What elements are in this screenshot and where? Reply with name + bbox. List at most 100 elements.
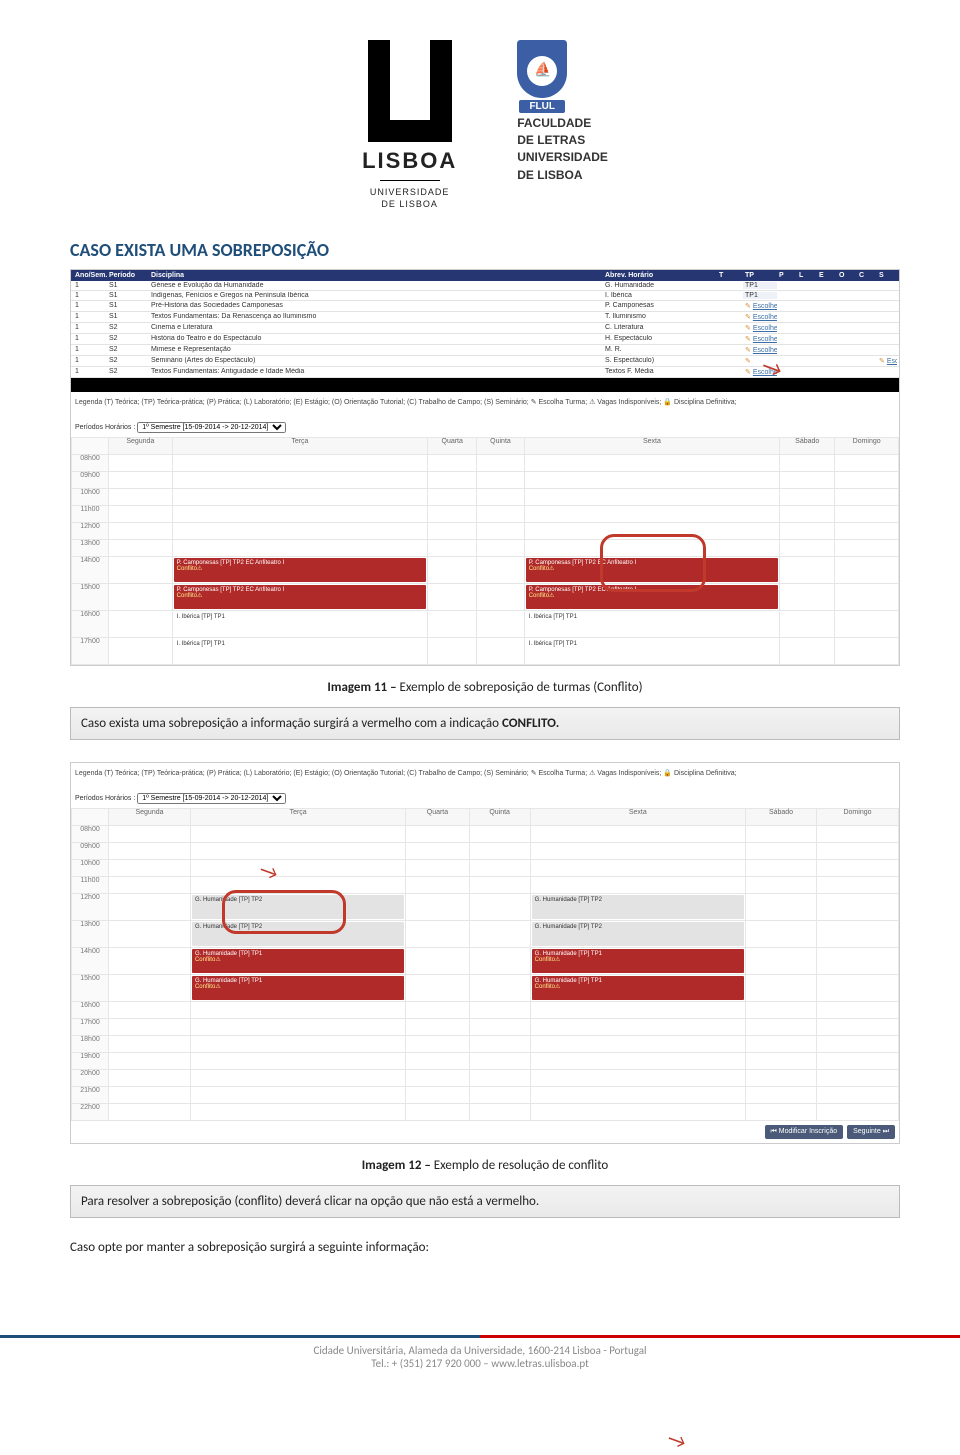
day-header: Sábado <box>780 437 835 454</box>
calendar-cell <box>780 610 835 637</box>
flul-logo: FLUL FACULDADE DE LETRAS UNIVERSIDADE DE… <box>517 40 608 209</box>
class-block[interactable]: G. Humanidade [TP] TP2 <box>532 895 744 919</box>
class-block[interactable]: I. Ibérica [TP] TP1 <box>526 612 778 636</box>
calendar-cell <box>780 539 835 556</box>
calendar-cell <box>190 1001 405 1018</box>
class-block[interactable]: I. Ibérica [TP] TP1 <box>174 612 426 636</box>
class-block-conflict[interactable]: G. Humanidade [TP] TP1Conflito⚠ <box>532 949 744 973</box>
class-block-conflict[interactable]: G. Humanidade [TP] TP1Conflito⚠ <box>532 976 744 1000</box>
s-cell <box>877 335 897 343</box>
calendar-cell <box>109 583 173 610</box>
hour-cell: 20h00 <box>72 1069 109 1086</box>
class-block[interactable]: I. Ibérica [TP] TP1 <box>174 639 426 663</box>
modify-button[interactable]: ⏮ Modificar Inscrição <box>765 1125 844 1139</box>
class-block-conflict[interactable]: G. Humanidade [TP] TP1Conflito⚠ <box>192 949 404 973</box>
th-tp: TP <box>743 272 777 279</box>
next-button[interactable]: Seguinte ⏭ <box>847 1125 895 1139</box>
flul-line2: DE LETRAS <box>517 134 585 147</box>
hour-cell: 10h00 <box>72 488 109 505</box>
calendar-cell: G. Humanidade [TP] TP2 <box>190 920 405 947</box>
period-select[interactable]: 1º Semestre [15-09-2014 -> 20-12-2014] <box>137 422 286 433</box>
calendar-cell <box>817 842 899 859</box>
tp-cell[interactable]: ✎Escolher <box>743 302 777 310</box>
class-block-conflict[interactable]: G. Humanidade [TP] TP1Conflito⚠ <box>192 976 404 1000</box>
calendar-cell <box>109 454 173 471</box>
button-bar: ⏮ Modificar Inscrição Seguinte ⏭ <box>71 1121 899 1143</box>
calendar-cell <box>406 893 469 920</box>
th-ano: Ano/Sem. <box>73 272 107 279</box>
calendar-cell <box>406 1001 469 1018</box>
th-disciplina: Disciplina <box>149 272 603 279</box>
th-l: L <box>797 272 817 279</box>
calendar-cell <box>817 876 899 893</box>
flul-shield-icon <box>517 40 567 98</box>
calendar-cell <box>109 893 191 920</box>
flul-line4: DE LISBOA <box>517 169 582 182</box>
hour-cell: 11h00 <box>72 505 109 522</box>
calendar-cell <box>469 893 530 920</box>
calendar-cell <box>817 1069 899 1086</box>
calendar-cell <box>835 505 899 522</box>
tp-cell[interactable]: ✎Escolher <box>743 324 777 332</box>
calendar-cell <box>835 539 899 556</box>
calendar-cell <box>428 583 477 610</box>
calendar-cell <box>530 825 745 842</box>
calendar-cell <box>172 454 427 471</box>
th-periodo: Período <box>107 272 149 279</box>
calendar-cell: G. Humanidade [TP] TP2 <box>190 893 405 920</box>
calendar-cell <box>746 876 817 893</box>
calendar-cell <box>109 974 191 1001</box>
class-block[interactable]: I. Ibérica [TP] TP1 <box>526 639 778 663</box>
hour-cell: 16h00 <box>72 1001 109 1018</box>
class-block-conflict[interactable]: P. Camponesas [TP] TP2 EC Anfiteatro ICo… <box>174 558 426 582</box>
calendar-cell <box>428 556 477 583</box>
calendar-cell <box>406 1086 469 1103</box>
calendar-cell <box>109 859 191 876</box>
class-block[interactable]: G. Humanidade [TP] TP2 <box>192 895 404 919</box>
period-select-2[interactable]: 1º Semestre [15-09-2014 -> 20-12-2014] <box>137 793 286 804</box>
calendar-cell <box>780 488 835 505</box>
calendar-cell <box>190 859 405 876</box>
calendar-cell <box>835 471 899 488</box>
flul-line1: FACULDADE <box>517 117 591 130</box>
class-block[interactable]: G. Humanidade [TP] TP2 <box>192 922 404 946</box>
calendar-cell <box>817 1018 899 1035</box>
screenshot-2: Legenda (T) Teórica; (TP) Teórica-prátic… <box>70 762 900 1144</box>
class-block-conflict[interactable]: P. Camponesas [TP] TP2 EC Anfiteatro ICo… <box>526 585 778 609</box>
class-block-conflict[interactable]: P. Camponesas [TP] TP2 EC Anfiteatro ICo… <box>526 558 778 582</box>
note-2: Para resolver a sobreposição (conflito) … <box>70 1185 900 1218</box>
hour-cell: 17h00 <box>72 1018 109 1035</box>
calendar-cell <box>469 876 530 893</box>
class-block-conflict[interactable]: P. Camponesas [TP] TP2 EC Anfiteatro ICo… <box>174 585 426 609</box>
day-header: Quarta <box>428 437 477 454</box>
calendar-cell <box>746 893 817 920</box>
day-header: Terça <box>190 808 405 825</box>
class-block[interactable]: G. Humanidade [TP] TP2 <box>532 922 744 946</box>
lisboa-sub2: DE LISBOA <box>381 199 438 209</box>
calendar-cell <box>817 825 899 842</box>
calendar-cell <box>817 1103 899 1120</box>
calendar-cell <box>469 974 530 1001</box>
calendar-cell <box>109 1035 191 1052</box>
calendar-cell <box>524 471 779 488</box>
table-row: 1S2Cinema e LiteraturaC. Literatura✎Esco… <box>71 323 899 334</box>
calendar-cell <box>746 1086 817 1103</box>
day-header <box>72 808 109 825</box>
tp-cell[interactable]: ✎Escolher <box>743 313 777 321</box>
calendar-cell <box>469 1035 530 1052</box>
section-heading: CASO EXISTA UMA SOBREPOSIÇÃO <box>70 239 900 261</box>
calendar-cell <box>746 1035 817 1052</box>
calendar-cell: I. Ibérica [TP] TP1 <box>524 637 779 664</box>
th-c: C <box>857 272 877 279</box>
calendar-cell <box>190 842 405 859</box>
hour-cell: 10h00 <box>72 859 109 876</box>
tp-cell[interactable]: ✎Escolher <box>743 335 777 343</box>
s-cell[interactable]: ✎Escolher <box>877 357 897 365</box>
calendar-cell <box>406 1018 469 1035</box>
period-selector-2: Períodos Horários : 1º Semestre [15-09-2… <box>71 789 899 808</box>
calendar-cell <box>835 454 899 471</box>
calendar-cell <box>524 488 779 505</box>
calendar-cell <box>835 556 899 583</box>
day-header: Sexta <box>524 437 779 454</box>
ship-icon <box>527 56 557 86</box>
